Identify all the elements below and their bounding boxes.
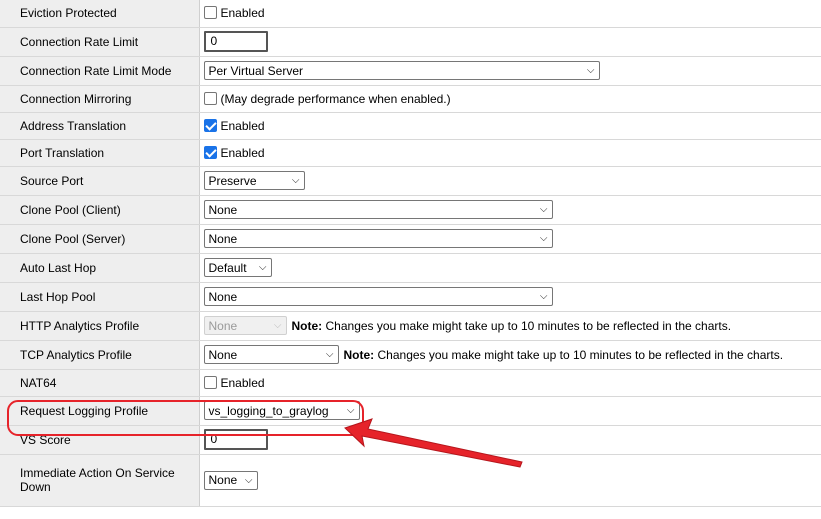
connection-rate-limit-mode-select[interactable]: Per Virtual Server ⌵ [203, 61, 600, 80]
row-label: Connection Mirroring [0, 85, 200, 113]
row-label: NAT64 [0, 369, 200, 397]
row-source-port: Source Port Preserve ⌵ [0, 166, 821, 196]
chevron-down-icon: ⌵ [273, 320, 282, 331]
row-clone-pool-client: Clone Pool (Client) None ⌵ [0, 195, 821, 225]
row-label: Immediate Action On Service Down [0, 454, 200, 507]
chevron-down-icon: ⌵ [291, 175, 300, 186]
row-http-analytics-profile: HTTP Analytics Profile None ⌵ Note: Change… [0, 311, 821, 341]
row-last-hop-pool: Last Hop Pool None ⌵ [0, 282, 821, 312]
port-translation-checkbox[interactable] [203, 145, 217, 159]
eviction-protected-checkbox[interactable] [203, 6, 217, 20]
row-immediate-action: Immediate Action On Service Down None ⌵ [0, 454, 821, 507]
address-translation-checkbox[interactable] [203, 118, 217, 132]
checkbox-label: Enabled [220, 375, 265, 390]
row-eviction-protected: Eviction Protected Enabled [0, 0, 821, 28]
source-port-select[interactable]: Preserve ⌵ [203, 171, 305, 190]
last-hop-pool-select[interactable]: None ⌵ [203, 287, 553, 306]
row-label: Address Translation [0, 112, 200, 140]
row-label: Clone Pool (Server) [0, 224, 200, 254]
row-nat64: NAT64 Enabled [0, 369, 821, 397]
connection-rate-limit-input[interactable]: 0 [203, 31, 268, 52]
chevron-down-icon: ⌵ [258, 262, 267, 273]
virtual-server-config-table: Eviction Protected Enabled Connection Ra… [0, 0, 821, 507]
row-connection-rate-limit-mode: Connection Rate Limit Mode Per Virtual S… [0, 56, 821, 86]
chevron-down-icon: ⌵ [586, 65, 595, 76]
row-label: Clone Pool (Client) [0, 195, 200, 225]
immediate-action-select[interactable]: None ⌵ [203, 470, 258, 490]
checkbox-label: Enabled [220, 6, 265, 21]
row-request-logging-profile: Request Logging Profile vs_logging_to_gr… [0, 396, 821, 426]
chevron-down-icon: ⌵ [539, 233, 548, 244]
connection-mirroring-checkbox[interactable] [203, 91, 217, 105]
clone-pool-client-select[interactable]: None ⌵ [203, 200, 553, 219]
row-connection-rate-limit: Connection Rate Limit 0 [0, 27, 821, 57]
http-analytics-profile-select: None ⌵ [203, 316, 287, 335]
chevron-down-icon: ⌵ [539, 291, 548, 302]
row-port-translation: Port Translation Enabled [0, 139, 821, 167]
row-clone-pool-server: Clone Pool (Server) None ⌵ [0, 224, 821, 254]
row-label: Port Translation [0, 139, 200, 167]
analytics-note: Note: Changes you make might take up to … [343, 347, 784, 362]
chevron-down-icon: ⌵ [325, 349, 334, 360]
tcp-analytics-profile-select[interactable]: None ⌵ [203, 345, 339, 364]
auto-last-hop-select[interactable]: Default ⌵ [203, 258, 272, 277]
row-label: Source Port [0, 166, 200, 196]
chevron-down-icon: ⌵ [244, 474, 253, 486]
checkbox-label: (May degrade performance when enabled.) [220, 91, 451, 106]
row-label: Request Logging Profile [0, 396, 200, 426]
row-label: TCP Analytics Profile [0, 340, 200, 370]
row-tcp-analytics-profile: TCP Analytics Profile None ⌵ Note: Changes… [0, 340, 821, 370]
row-label: Last Hop Pool [0, 282, 200, 312]
row-label: Connection Rate Limit Mode [0, 56, 200, 86]
nat64-checkbox[interactable] [203, 375, 217, 389]
row-vs-score: VS Score 0 [0, 425, 821, 455]
checkbox-label: Enabled [220, 118, 265, 133]
row-connection-mirroring: Connection Mirroring (May degrade perfor… [0, 85, 821, 113]
vs-score-input[interactable]: 0 [203, 429, 268, 450]
clone-pool-server-select[interactable]: None ⌵ [203, 229, 553, 248]
row-label: Connection Rate Limit [0, 27, 200, 57]
row-label: Auto Last Hop [0, 253, 200, 283]
chevron-down-icon: ⌵ [346, 405, 355, 416]
row-auto-last-hop: Auto Last Hop Default ⌵ [0, 253, 821, 283]
chevron-down-icon: ⌵ [539, 204, 548, 215]
request-logging-profile-select[interactable]: vs_logging_to_graylog ⌵ [203, 401, 360, 420]
checkbox-label: Enabled [220, 145, 265, 160]
row-label: Eviction Protected [0, 0, 200, 28]
row-label: HTTP Analytics Profile [0, 311, 200, 341]
row-address-translation: Address Translation Enabled [0, 112, 821, 140]
analytics-note: Note: Changes you make might take up to … [291, 318, 732, 333]
row-label: VS Score [0, 425, 200, 455]
